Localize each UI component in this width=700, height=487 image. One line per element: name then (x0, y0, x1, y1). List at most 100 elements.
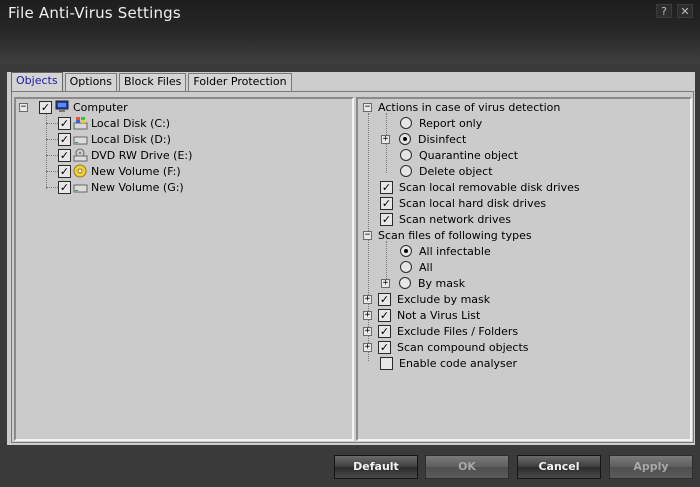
help-button[interactable]: ? (656, 4, 672, 18)
checkbox-label: Enable code analyser (399, 356, 518, 370)
checkbox[interactable]: ✓ (380, 196, 393, 210)
checkbox-computer[interactable]: ✓ (39, 100, 52, 114)
radio-label: Report only (419, 116, 483, 130)
checkbox-label: Scan compound objects (397, 340, 529, 354)
tree-connector (46, 113, 47, 189)
radio-label: Quarantine object (419, 148, 519, 162)
apply-button[interactable]: Apply (609, 455, 693, 479)
tree-label: DVD RW Drive (E:) (91, 148, 193, 162)
radio-quarantine[interactable]: Quarantine object (400, 147, 518, 163)
tree-item-drive-e[interactable]: ✓ DVD RW Drive (E:) (58, 147, 192, 163)
radio-report-only[interactable]: Report only (400, 115, 482, 131)
tree-label: Local Disk (D:) (91, 132, 171, 146)
radio-all[interactable]: All (400, 259, 433, 275)
checkbox-scan-network[interactable]: ✓ Scan network drives (380, 211, 511, 227)
computer-icon (55, 100, 70, 114)
window-title: File Anti-Virus Settings (8, 4, 181, 22)
dvd-drive-icon (73, 148, 88, 162)
windows-drive-icon (73, 116, 88, 130)
tree-item-drive-g[interactable]: ✓ New Volume (G:) (58, 179, 184, 195)
expand-icon[interactable]: + (381, 278, 390, 288)
tree-connector (46, 155, 58, 156)
tree-label: New Volume (G:) (91, 180, 184, 194)
radio-by-mask[interactable]: + By mask (381, 275, 465, 291)
expand-icon[interactable]: + (363, 342, 372, 352)
actions-header: Actions in case of virus detection (378, 100, 561, 114)
expand-icon[interactable]: + (381, 134, 390, 144)
checkbox-scan-compound[interactable]: + ✓ Scan compound objects (363, 339, 529, 355)
checkbox-not-virus-list[interactable]: + ✓ Not a Virus List (363, 307, 480, 323)
radio-label: Disinfect (418, 132, 467, 146)
radio-button[interactable] (399, 133, 411, 145)
collapse-icon[interactable]: − (19, 102, 28, 112)
checkbox-drive-g[interactable]: ✓ (58, 180, 71, 194)
tab-objects[interactable]: Objects (11, 72, 63, 92)
expand-icon[interactable]: + (363, 326, 372, 336)
tab-block-files[interactable]: Block Files (119, 73, 187, 91)
checkbox-scan-removable[interactable]: ✓ Scan local removable disk drives (380, 179, 580, 195)
collapse-icon[interactable]: − (363, 102, 372, 112)
checkbox[interactable]: ✓ (378, 324, 391, 338)
expand-icon[interactable]: + (363, 310, 372, 320)
radio-disinfect[interactable]: + Disinfect (381, 131, 466, 147)
default-button[interactable]: Default (334, 455, 418, 479)
radio-label: Delete object (419, 164, 493, 178)
drive-tree-pane: − ✓ Computer ✓ Local Disk (C:) ✓ Local D… (14, 97, 354, 441)
checkbox-exclude-files[interactable]: + ✓ Exclude Files / Folders (363, 323, 518, 339)
tree-label: Local Disk (C:) (91, 116, 171, 130)
checkbox-label: Scan network drives (399, 212, 511, 226)
cancel-button[interactable]: Cancel (517, 455, 601, 479)
radio-delete[interactable]: Delete object (400, 163, 493, 179)
checkbox[interactable] (380, 356, 393, 370)
checkbox-label: Not a Virus List (397, 308, 481, 322)
radio-button[interactable] (400, 165, 412, 177)
checkbox[interactable]: ✓ (380, 212, 393, 226)
checkbox-label: Scan local hard disk drives (399, 196, 547, 210)
tree-connector (46, 171, 58, 172)
tree-connector (46, 187, 58, 188)
radio-button[interactable] (400, 261, 412, 273)
checkbox-exclude-mask[interactable]: + ✓ Exclude by mask (363, 291, 490, 307)
tree-label: New Volume (F:) (91, 164, 181, 178)
tab-bar: Objects Options Block Files Folder Prote… (11, 72, 294, 92)
checkbox-scan-hard[interactable]: ✓ Scan local hard disk drives (380, 195, 546, 211)
tree-label-computer: Computer (73, 100, 128, 114)
checkbox-drive-e[interactable]: ✓ (58, 148, 71, 162)
close-button[interactable]: ✕ (677, 4, 693, 18)
filetypes-group[interactable]: − Scan files of following types (363, 227, 532, 243)
expand-icon[interactable]: + (363, 294, 372, 304)
checkbox-code-analyser[interactable]: Enable code analyser (380, 355, 517, 371)
collapse-icon[interactable]: − (363, 230, 372, 240)
hard-drive-icon (73, 132, 88, 146)
checkbox[interactable]: ✓ (378, 308, 391, 322)
tree-item-drive-d[interactable]: ✓ Local Disk (D:) (58, 131, 171, 147)
checkbox-label: Scan local removable disk drives (399, 180, 580, 194)
title-bar: File Anti-Virus Settings ? ✕ (0, 0, 700, 64)
filetypes-header: Scan files of following types (378, 228, 532, 242)
radio-label: All (419, 260, 433, 274)
tree-item-computer[interactable]: − ✓ Computer (19, 99, 128, 115)
radio-all-infectable[interactable]: All infectable (400, 243, 491, 259)
radio-label: All infectable (419, 244, 491, 258)
radio-button[interactable] (400, 117, 412, 129)
checkbox-drive-f[interactable]: ✓ (58, 164, 71, 178)
settings-tree-pane: − Actions in case of virus detection Rep… (356, 97, 692, 441)
cd-disc-icon (73, 164, 88, 178)
checkbox-drive-c[interactable]: ✓ (58, 116, 71, 130)
radio-button[interactable] (399, 277, 411, 289)
radio-button[interactable] (400, 149, 412, 161)
tab-folder-protection[interactable]: Folder Protection (188, 73, 292, 91)
checkbox[interactable]: ✓ (378, 340, 391, 354)
tree-item-drive-f[interactable]: ✓ New Volume (F:) (58, 163, 181, 179)
checkbox[interactable]: ✓ (378, 292, 391, 306)
radio-button[interactable] (400, 245, 412, 257)
checkbox-drive-d[interactable]: ✓ (58, 132, 71, 146)
checkbox-label: Exclude Files / Folders (397, 324, 519, 338)
radio-label: By mask (418, 276, 466, 290)
tree-connector (46, 139, 58, 140)
tab-options[interactable]: Options (64, 73, 118, 91)
ok-button[interactable]: OK (425, 455, 509, 479)
checkbox[interactable]: ✓ (380, 180, 393, 194)
actions-group[interactable]: − Actions in case of virus detection (363, 99, 560, 115)
tree-item-drive-c[interactable]: ✓ Local Disk (C:) (58, 115, 170, 131)
